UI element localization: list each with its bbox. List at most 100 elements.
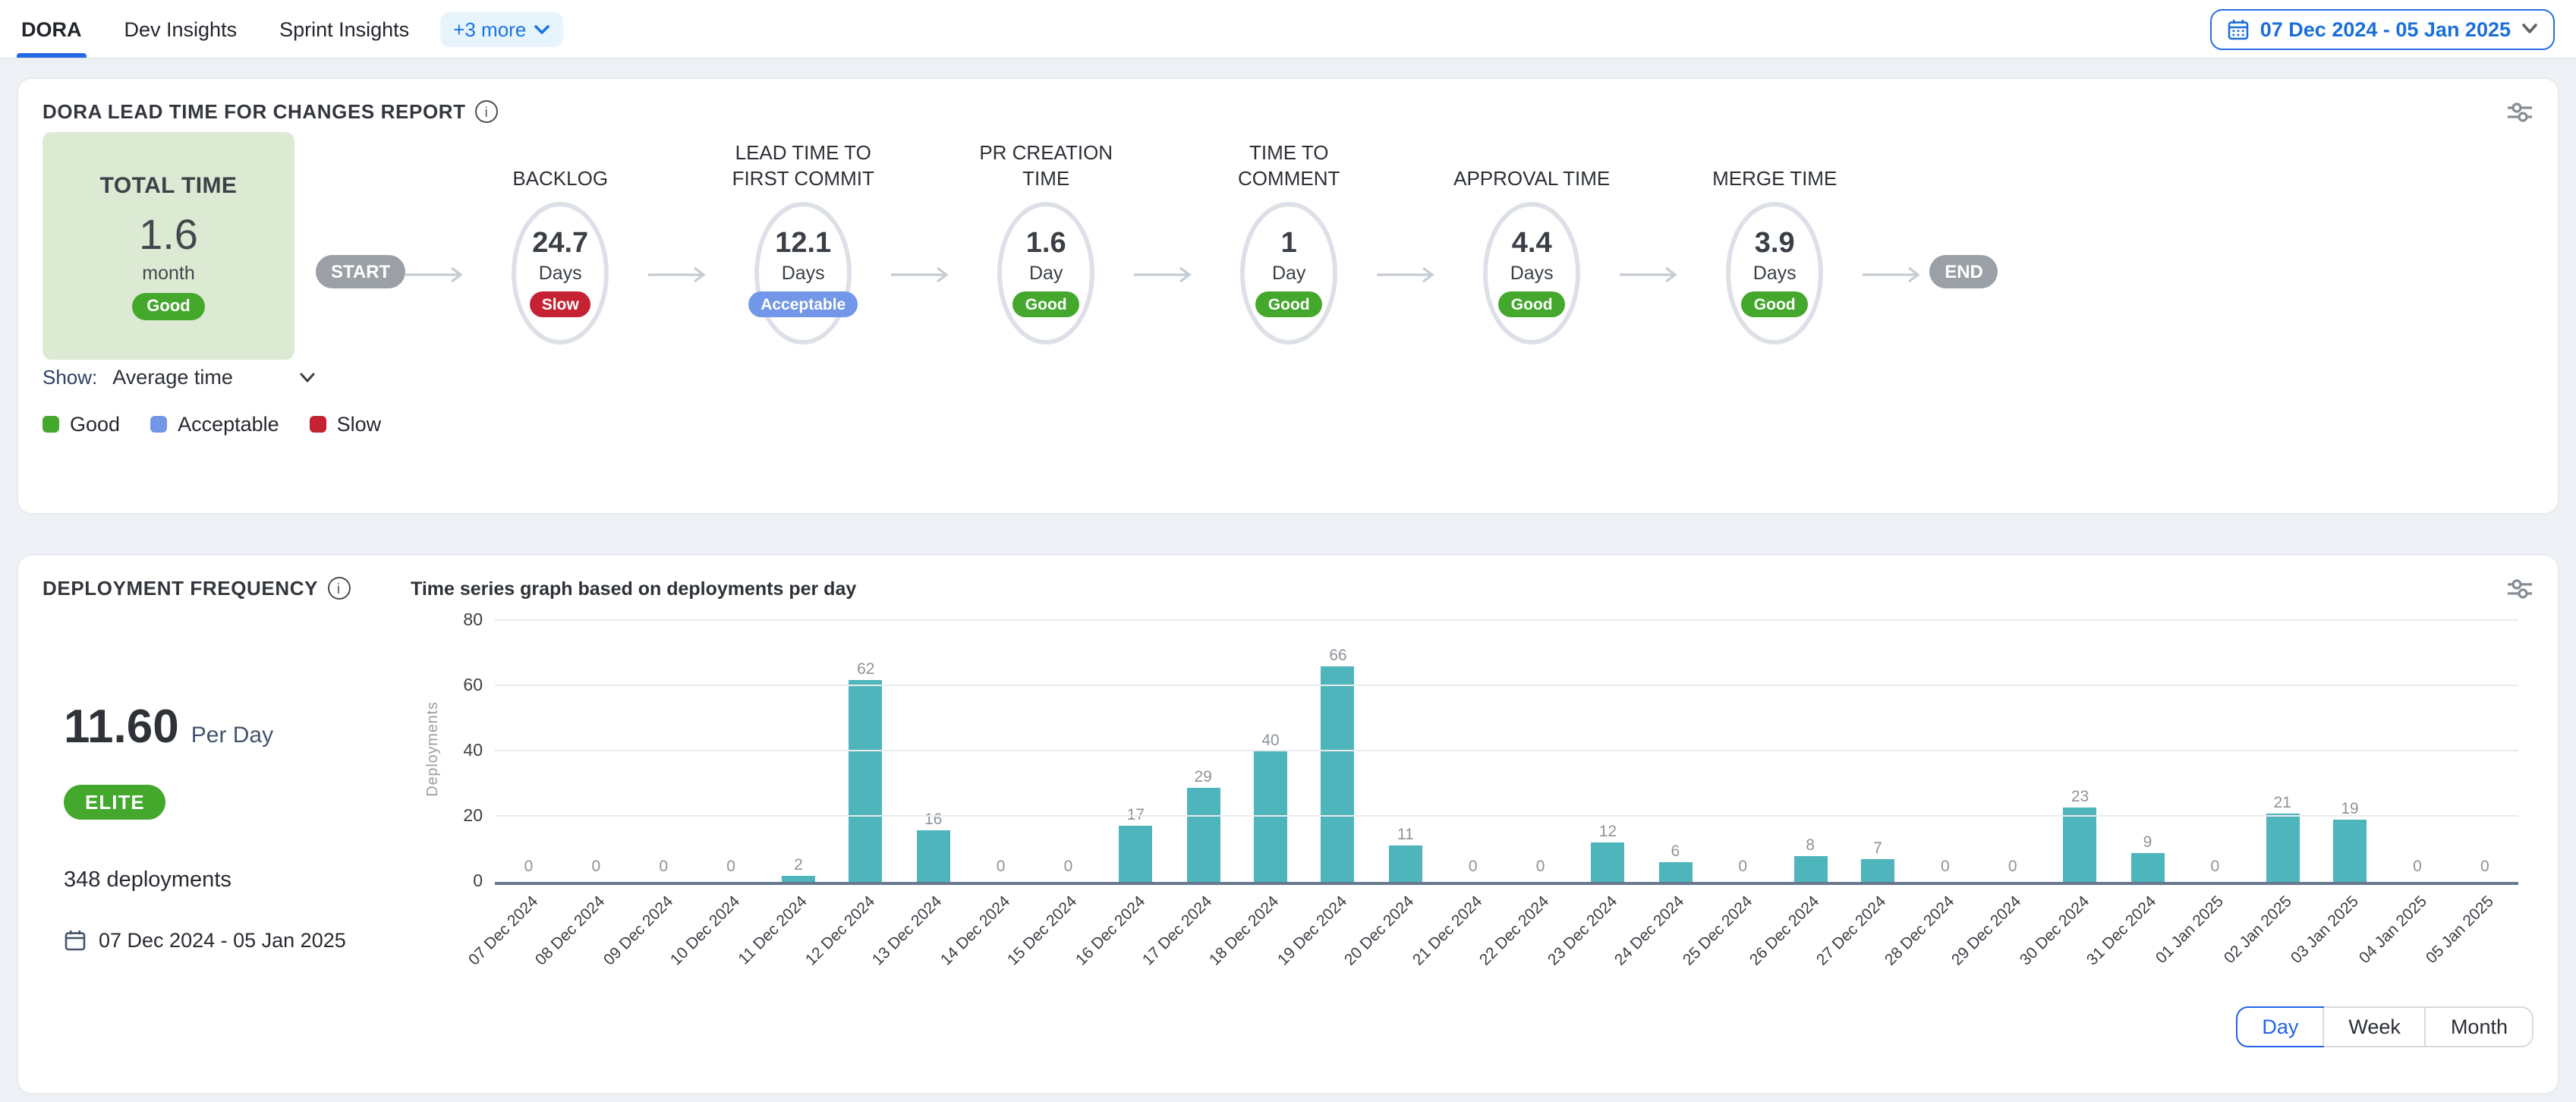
bar-slot: 8	[1777, 836, 1844, 882]
stage-status-pill: Good	[1013, 291, 1079, 317]
bar-value-label: 66	[1329, 647, 1346, 665]
tab-sprint-insights[interactable]: Sprint Insights	[279, 0, 409, 58]
deployment-bar[interactable]	[1119, 826, 1152, 882]
y-tick-label: 80	[463, 612, 483, 630]
deployment-bar[interactable]	[1861, 859, 1894, 882]
deployment-bar[interactable]	[2333, 820, 2367, 882]
total-time-value: 1.6	[139, 213, 198, 256]
bar-slot: 0	[1709, 858, 1777, 882]
bar-slot: 29	[1170, 767, 1237, 882]
flow-arrow-icon	[1377, 264, 1444, 291]
stage-value: 24.7	[532, 229, 588, 258]
legend-label: Slow	[337, 413, 382, 436]
deployment-bar[interactable]	[1389, 846, 1422, 882]
gridline	[495, 750, 2518, 751]
y-tick-label: 60	[463, 677, 483, 695]
lead-time-header: DORA LEAD TIME FOR CHANGES REPORT i	[43, 100, 2533, 123]
total-status-pill: Good	[131, 292, 205, 320]
deployment-bar[interactable]	[2130, 852, 2164, 882]
bar-slot: 66	[1305, 647, 1372, 882]
deployment-bar[interactable]	[1254, 751, 1287, 882]
stage-circle: 12.1DaysAcceptable	[754, 202, 852, 345]
granularity-week[interactable]: Week	[2322, 1008, 2425, 1046]
y-tick-label: 0	[473, 873, 483, 891]
granularity-day[interactable]: Day	[2236, 1006, 2324, 1047]
deployment-date-range-label: 07 Dec 2024 - 05 Jan 2025	[99, 929, 346, 952]
stage-backlog: BACKLOG24.7DaysSlow	[472, 132, 648, 345]
bar-slot: 21	[2249, 794, 2316, 882]
legend-item-good: Good	[43, 413, 120, 436]
flow-arrow-icon	[1134, 264, 1201, 291]
deployment-bar[interactable]	[1321, 666, 1355, 882]
deployment-bar[interactable]	[1591, 842, 1624, 882]
bar-value-label: 62	[857, 660, 874, 678]
calendar-icon	[2227, 17, 2250, 40]
bar-slot: 40	[1237, 732, 1305, 882]
bar-value-label: 7	[1873, 839, 1882, 858]
bar-value-label: 0	[1536, 858, 1545, 876]
deployment-bar[interactable]	[917, 830, 950, 882]
deployment-bar[interactable]	[2266, 814, 2299, 882]
bar-slot: 19	[2316, 800, 2384, 882]
deployment-bar[interactable]	[1186, 787, 1220, 882]
total-time-unit: month	[142, 262, 195, 283]
legend-item-acceptable: Acceptable	[150, 413, 279, 436]
info-icon[interactable]: i	[475, 100, 498, 123]
bar-value-label: 0	[1738, 858, 1747, 876]
dora-dashboard: DORADev InsightsSprint Insights +3 more …	[0, 0, 2576, 1102]
y-tick-label: 20	[463, 808, 483, 826]
legend-label: Good	[70, 413, 120, 436]
tab-dev-insights[interactable]: Dev Insights	[124, 0, 238, 58]
elite-badge: ELITE	[64, 785, 166, 820]
granularity-toggle: DayWeekMonth	[2236, 1006, 2533, 1047]
stage-unit: Days	[1510, 263, 1554, 284]
stage-status-pill: Good	[1742, 291, 1808, 317]
deployment-bar[interactable]	[2064, 807, 2097, 882]
bar-value-label: 0	[2480, 858, 2489, 876]
bar-slot: 7	[1844, 839, 1912, 882]
chart-settings-button[interactable]	[2506, 578, 2533, 599]
bar-value-label: 0	[1469, 858, 1478, 876]
show-dropdown-button[interactable]	[300, 371, 316, 383]
stage-circle: 24.7DaysSlow	[512, 202, 609, 345]
legend-swatch	[150, 416, 167, 433]
granularity-month[interactable]: Month	[2425, 1008, 2532, 1046]
chart-plot-area: Deployments 0000262160017294066110012608…	[495, 615, 2518, 885]
rate-unit: Per Day	[191, 723, 273, 748]
show-value[interactable]: Average time	[112, 366, 233, 389]
bar-slot: 0	[495, 858, 562, 882]
bar-slot: 62	[832, 660, 899, 882]
stage-status-pill: Good	[1256, 291, 1322, 317]
stage-value: 1	[1281, 229, 1297, 258]
bar-value-label: 0	[1064, 858, 1073, 876]
bar-slot: 16	[899, 810, 967, 882]
bar-slot: 0	[1979, 858, 2046, 882]
legend-label: Acceptable	[178, 413, 279, 436]
date-range-picker[interactable]: 07 Dec 2024 - 05 Jan 2025	[2210, 8, 2555, 49]
tab-dora[interactable]: DORA	[21, 0, 82, 58]
deployment-bar[interactable]	[1658, 862, 1692, 882]
deployment-body: 11.60 Per Day ELITE 348 deployments 07 D…	[43, 606, 2533, 997]
stage-approval-time: APPROVAL TIME4.4DaysGood	[1444, 132, 1620, 345]
stage-status-pill: Acceptable	[748, 291, 858, 317]
deployment-bar[interactable]	[782, 875, 815, 882]
bar-slot: 0	[1439, 858, 1507, 882]
stage-unit: Days	[1753, 263, 1797, 284]
chart-settings-button[interactable]	[2506, 101, 2533, 122]
deployment-header: DEPLOYMENT FREQUENCY i Time series graph…	[43, 577, 2533, 600]
deployment-rate: 11.60 Per Day	[64, 700, 422, 754]
deployment-bar[interactable]	[849, 679, 883, 882]
stage-unit: Day	[1029, 263, 1063, 284]
top-tab-bar: DORADev InsightsSprint Insights +3 more …	[0, 0, 2576, 59]
bar-slot: 0	[2181, 858, 2249, 882]
stage-title: LEAD TIME TO FIRST COMMIT	[715, 132, 891, 193]
show-selector: Show: Average time	[43, 366, 2533, 389]
stage-title: PR CREATION TIME	[958, 132, 1134, 193]
bar-value-label: 0	[997, 858, 1006, 876]
bar-value-label: 23	[2071, 787, 2089, 805]
deployment-bar[interactable]	[1793, 856, 1827, 882]
deployment-stats: 11.60 Per Day ELITE 348 deployments 07 D…	[43, 606, 422, 997]
info-icon[interactable]: i	[327, 577, 350, 600]
more-tabs-button[interactable]: +3 more	[439, 11, 562, 46]
end-node: END	[1929, 255, 1998, 288]
